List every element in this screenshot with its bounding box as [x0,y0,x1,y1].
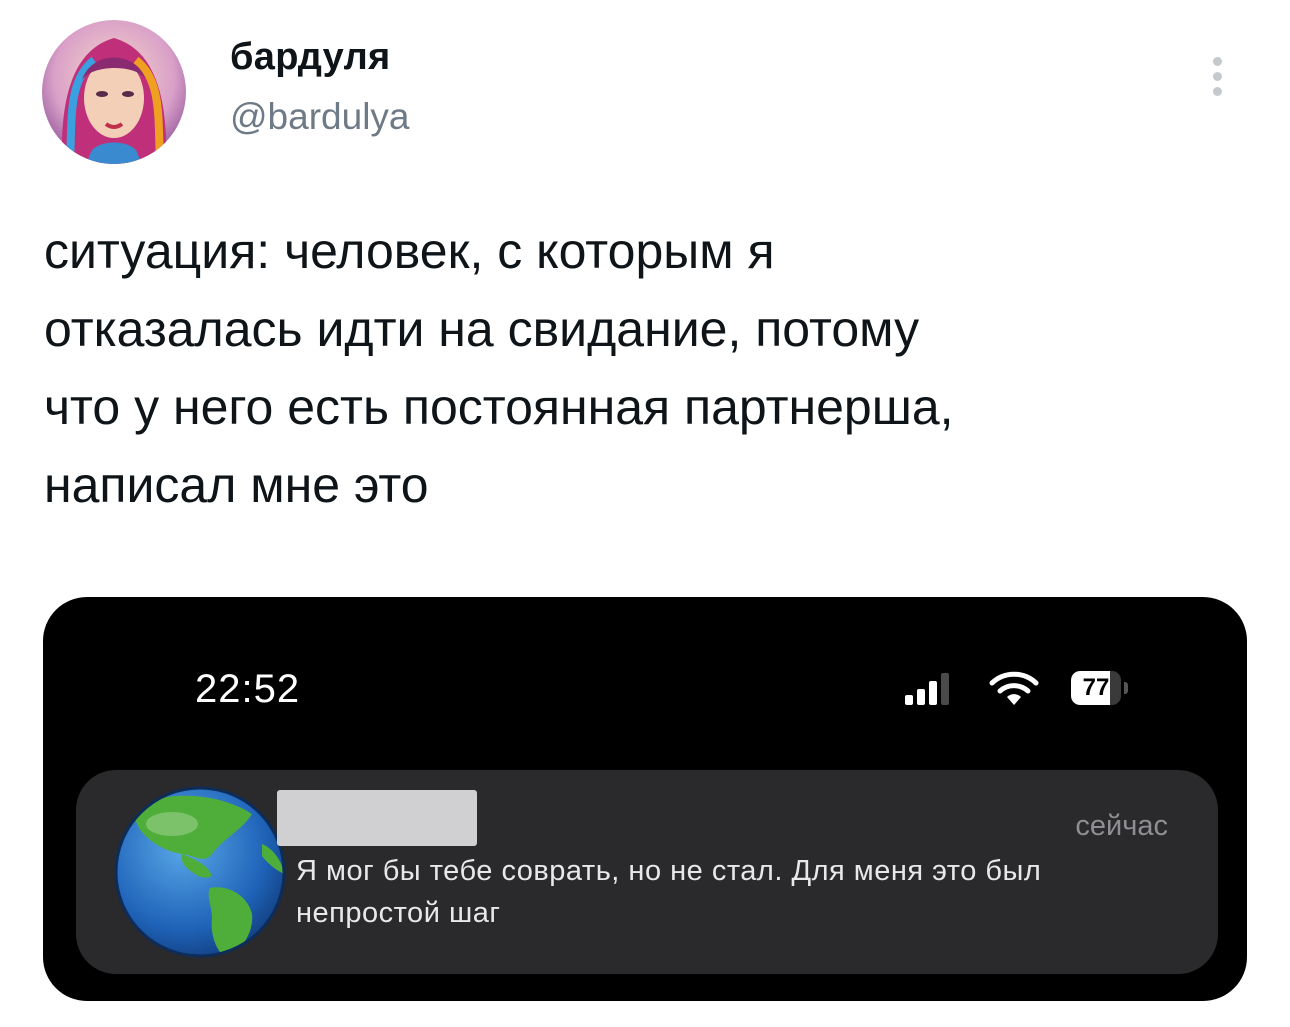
notification-time: сейчас [1075,810,1168,842]
avatar[interactable] [42,20,186,164]
tweet: бардуля @bardulya ситуация: человек, с к… [0,0,1290,1027]
author-name[interactable]: бардуля [230,36,391,79]
status-bar-icons: 77 [903,669,1163,709]
avatar-portrait-icon [42,20,186,164]
notification-banner[interactable]: сейчас Я мог бы тебе соврать, но не стал… [76,770,1218,974]
globe-icon [114,786,286,958]
author-handle[interactable]: @bardulya [230,96,410,138]
more-vertical-icon[interactable] [1205,52,1229,100]
sender-name-redacted [277,790,477,846]
tweet-text: ситуация: человек, с которым я отказалас… [44,223,954,513]
battery-icon: 77 [1071,671,1131,705]
cellular-signal-icon [905,673,949,705]
status-bar-time: 22:52 [195,667,301,711]
battery-level: 77 [1082,674,1110,701]
wifi-icon [989,671,1039,705]
attached-screenshot[interactable]: 22:52 77 сейчас Я мог бы тебе соврать, н… [43,597,1247,1001]
notification-body: Я мог бы тебе соврать, но не стал. Для м… [296,855,1042,929]
